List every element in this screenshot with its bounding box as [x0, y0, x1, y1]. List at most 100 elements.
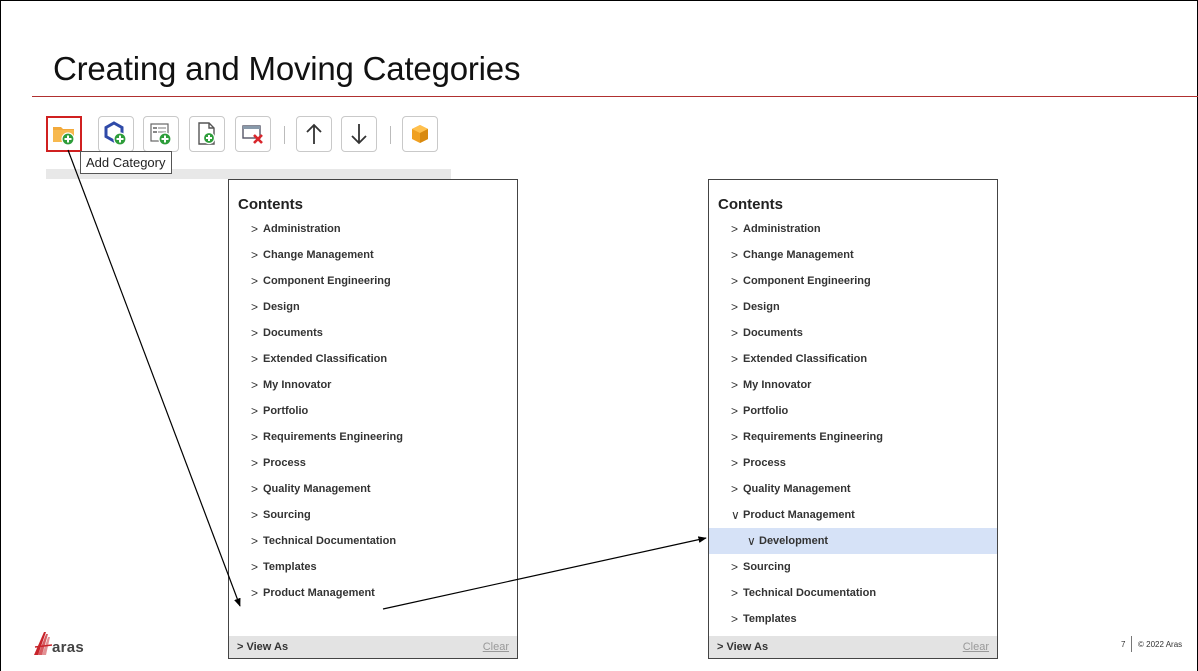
tree-item[interactable]: > Requirements Engineering — [229, 424, 517, 450]
tree-item[interactable]: > Design — [709, 294, 997, 320]
move-down-button[interactable] — [341, 116, 377, 152]
add-category-button[interactable] — [46, 116, 82, 152]
tree-item[interactable]: > Process — [709, 450, 997, 476]
tree-item[interactable]: > Component Engineering — [709, 268, 997, 294]
add-item-button[interactable] — [98, 116, 134, 152]
panel-title: Contents — [718, 196, 783, 213]
toolbar — [46, 116, 456, 156]
arrow-up-icon — [306, 123, 322, 144]
contents-panel-before: Contents > Administration > Change Manageme… — [228, 179, 518, 659]
tree-item-label: Design — [743, 301, 780, 313]
category-tree: > Administration > Change Management > Compon… — [709, 216, 997, 632]
tree-item-label: Sourcing — [263, 509, 311, 521]
package-icon — [412, 125, 428, 143]
tree-item[interactable]: > Sourcing — [229, 502, 517, 528]
tree-item[interactable]: > Extended Classification — [229, 346, 517, 372]
tree-item[interactable]: > Design — [229, 294, 517, 320]
remove-button[interactable] — [235, 116, 271, 152]
hexagon-add-icon — [104, 121, 127, 146]
tree-item-label: Requirements Engineering — [263, 431, 403, 443]
view-as-label: View As — [246, 641, 289, 653]
tree-item-label: Development — [759, 535, 829, 547]
tree-item-label: Design — [263, 301, 300, 313]
chevron-right-icon: > — [731, 326, 739, 340]
chevron-right-icon: > — [251, 352, 259, 366]
clear-link[interactable]: Clear — [483, 641, 509, 653]
tree-item[interactable]: > Documents — [709, 320, 997, 346]
chevron-right-icon: > — [251, 222, 259, 236]
tree-item[interactable]: > Administration — [709, 216, 997, 242]
tree-item[interactable]: > Process — [229, 450, 517, 476]
chevron-right-icon: > — [731, 456, 739, 470]
chevron-right-icon: > — [251, 430, 259, 444]
tree-item[interactable]: > Documents — [229, 320, 517, 346]
chevron-right-icon: > — [731, 404, 739, 418]
tree-item-label: Technical Documentation — [263, 535, 397, 547]
tree-item[interactable]: > My Innovator — [709, 372, 997, 398]
chevron-right-icon: > — [731, 248, 739, 262]
chevron-right-icon: > — [251, 404, 259, 418]
footer-divider — [1131, 636, 1132, 652]
tree-item[interactable]: > Quality Management — [229, 476, 517, 502]
chevron-right-icon: > — [251, 534, 259, 548]
tree-item[interactable]: > Product Management — [229, 580, 517, 606]
tree-item-label: Component Engineering — [263, 275, 391, 287]
title-divider — [32, 96, 1198, 97]
arrow-down-icon — [351, 124, 367, 145]
tree-item[interactable]: > Quality Management — [709, 476, 997, 502]
tree-item-label: Templates — [263, 561, 317, 573]
chevron-right-icon: > — [251, 508, 259, 522]
tree-item[interactable]: > Change Management — [709, 242, 997, 268]
tree-item-label: Component Engineering — [743, 275, 871, 287]
tree-item[interactable]: > Administration — [229, 216, 517, 242]
tree-item[interactable]: > Templates — [709, 606, 997, 632]
tree-item[interactable]: > Technical Documentation — [709, 580, 997, 606]
chevron-right-icon: > — [731, 560, 739, 574]
move-up-button[interactable] — [296, 116, 332, 152]
tree-item[interactable]: > Portfolio — [229, 398, 517, 424]
tree-item-label: Requirements Engineering — [743, 431, 883, 443]
tree-item[interactable]: > Portfolio — [709, 398, 997, 424]
tree-item-label: Technical Documentation — [743, 587, 877, 599]
slide-frame — [0, 0, 1198, 671]
tree-item-label: My Innovator — [743, 379, 812, 391]
chevron-right-icon: > — [251, 300, 259, 314]
tree-item-label: Quality Management — [263, 483, 371, 495]
chevron-right-icon: > — [251, 326, 259, 340]
view-as-toggle[interactable]: > View As — [717, 641, 768, 653]
chevron-right-icon: > — [251, 482, 259, 496]
panel-footer: > View As Clear — [709, 636, 997, 658]
tree-item[interactable]: ∨ Development — [709, 528, 997, 554]
tree-item-label: Administration — [743, 223, 821, 235]
chevron-right-icon: > — [731, 586, 739, 600]
tree-item[interactable]: > Component Engineering — [229, 268, 517, 294]
tree-item-label: Administration — [263, 223, 341, 235]
tree-item-label: My Innovator — [263, 379, 332, 391]
tree-item[interactable]: ∨ Product Management — [709, 502, 997, 528]
package-button[interactable] — [402, 116, 438, 152]
tree-item-label: Portfolio — [263, 405, 309, 417]
tree-item-label: Documents — [743, 327, 803, 339]
tree-item[interactable]: > Sourcing — [709, 554, 997, 580]
add-form-button[interactable] — [143, 116, 179, 152]
tree-item[interactable]: > Templates — [229, 554, 517, 580]
chevron-right-icon: > — [731, 378, 739, 392]
tree-item-label: Templates — [743, 613, 797, 625]
tree-item[interactable]: > Technical Documentation — [229, 528, 517, 554]
panel-title: Contents — [238, 196, 303, 213]
copyright: © 2022 Aras — [1138, 640, 1183, 649]
chevron-right-icon: > — [251, 560, 259, 574]
chevron-right-icon: > — [731, 612, 739, 626]
add-document-button[interactable] — [189, 116, 225, 152]
toolbar-separator — [284, 126, 285, 144]
tree-item[interactable]: > Change Management — [229, 242, 517, 268]
toolbar-separator — [390, 126, 391, 144]
tree-item-label: Extended Classification — [263, 353, 388, 365]
tree-item[interactable]: > Requirements Engineering — [709, 424, 997, 450]
clear-link[interactable]: Clear — [963, 641, 989, 653]
chevron-right-icon: > — [251, 274, 259, 288]
chevron-right-icon: > — [731, 222, 739, 236]
tree-item[interactable]: > My Innovator — [229, 372, 517, 398]
view-as-toggle[interactable]: > View As — [237, 641, 288, 653]
tree-item[interactable]: > Extended Classification — [709, 346, 997, 372]
